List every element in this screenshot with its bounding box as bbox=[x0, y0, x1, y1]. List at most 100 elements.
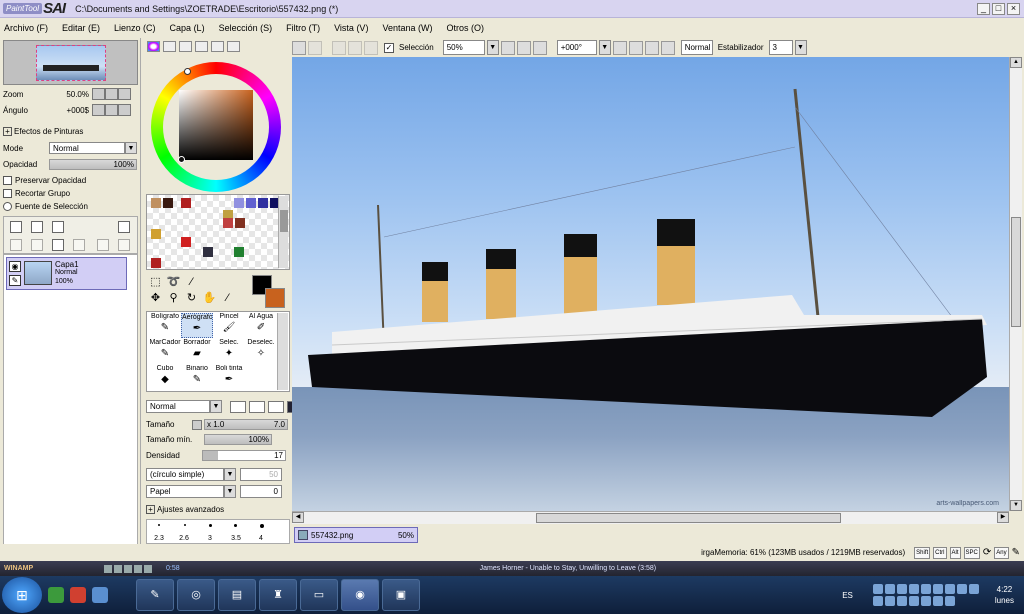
tray-icon[interactable] bbox=[956, 584, 967, 594]
menu-editar[interactable]: Editar (E) bbox=[62, 23, 100, 33]
sv-cursor[interactable] bbox=[178, 156, 185, 163]
swatch[interactable] bbox=[235, 218, 245, 228]
check-preserve-row[interactable]: Preservar Opacidad bbox=[3, 176, 86, 185]
check-clip-row[interactable]: Recortar Grupo bbox=[3, 189, 70, 198]
brush-deselect-brush[interactable]: Deselec. ✧ bbox=[245, 339, 277, 364]
swatch-tab-icon[interactable] bbox=[211, 41, 224, 52]
size-preset[interactable]: 4 bbox=[249, 535, 273, 542]
size-preset[interactable]: 3 bbox=[198, 535, 222, 542]
swatch-scrollbar[interactable] bbox=[278, 196, 288, 268]
clear-layer-icon[interactable] bbox=[52, 239, 64, 251]
winamp-next-icon[interactable] bbox=[144, 564, 152, 573]
taskbar-game-icon[interactable]: ♜ bbox=[259, 579, 297, 611]
taskbar-sai-icon[interactable]: ◉ bbox=[341, 579, 379, 611]
rotate-ccw-button[interactable] bbox=[92, 104, 105, 116]
undo-icon[interactable] bbox=[292, 40, 306, 55]
brush-binary-pen[interactable]: Binario ✎ bbox=[181, 365, 213, 390]
hand-icon[interactable]: ✋ bbox=[202, 292, 217, 305]
swatch[interactable] bbox=[246, 198, 256, 208]
quicklaunch-icon[interactable] bbox=[92, 587, 108, 603]
deselect-icon[interactable] bbox=[332, 40, 346, 55]
language-indicator[interactable]: ES bbox=[842, 591, 853, 600]
menu-ventana[interactable]: Ventana (W) bbox=[382, 23, 432, 33]
swatch[interactable] bbox=[234, 198, 244, 208]
stabilizer-dropdown-icon[interactable]: ▼ bbox=[794, 40, 807, 55]
brush-pen[interactable]: Bolígrafo ✎ bbox=[149, 313, 181, 338]
tip-medium-icon[interactable] bbox=[249, 400, 265, 413]
taskbar-document-icon[interactable]: ▤ bbox=[218, 579, 256, 611]
stabilizer-field[interactable]: 3 bbox=[768, 40, 793, 55]
winamp-play-icon[interactable] bbox=[114, 564, 122, 573]
minimize-button[interactable]: _ bbox=[977, 2, 990, 15]
tip-soft-icon[interactable] bbox=[268, 400, 284, 413]
size-preset[interactable]: 2.6 bbox=[172, 535, 196, 542]
texture-dropdown-icon[interactable]: ▼ bbox=[224, 485, 236, 498]
rect-select-icon[interactable]: ⬚ bbox=[148, 276, 163, 289]
menu-otros[interactable]: Otros (O) bbox=[446, 23, 484, 33]
rotate-cw-button[interactable] bbox=[105, 104, 118, 116]
winamp-pause-icon[interactable] bbox=[124, 564, 132, 573]
mode-dropdown-icon[interactable]: ▼ bbox=[125, 142, 137, 154]
menu-capa[interactable]: Capa (L) bbox=[170, 23, 205, 33]
brush-marker[interactable]: MarCador ✎ bbox=[149, 339, 181, 364]
scroll-left-icon[interactable]: ◀ bbox=[292, 512, 304, 523]
redo-icon[interactable] bbox=[308, 40, 322, 55]
swatch[interactable] bbox=[151, 229, 161, 239]
pen-icon[interactable]: ✎ bbox=[9, 275, 21, 286]
swatch[interactable] bbox=[223, 218, 233, 228]
rotate-reset-button[interactable] bbox=[118, 104, 131, 116]
tray-icon[interactable] bbox=[884, 596, 895, 606]
winamp-stop-icon[interactable] bbox=[134, 564, 142, 573]
preserve-opacity-checkbox[interactable] bbox=[3, 176, 12, 185]
swatch[interactable] bbox=[163, 198, 173, 208]
quicklaunch-icon[interactable] bbox=[48, 587, 64, 603]
menu-lienzo[interactable]: Lienzo (C) bbox=[114, 23, 156, 33]
swatch[interactable] bbox=[181, 198, 191, 208]
tray-icon[interactable] bbox=[908, 584, 919, 594]
zoom-fit-button[interactable] bbox=[118, 88, 131, 100]
new-folder-icon[interactable] bbox=[52, 221, 64, 233]
brush-brush[interactable]: Pincel 🖌 bbox=[213, 313, 245, 338]
min-size-slider[interactable]: 100% bbox=[204, 434, 272, 445]
merge-visible-icon[interactable] bbox=[118, 239, 130, 251]
zoom-out-icon[interactable] bbox=[500, 40, 515, 55]
tray-icon[interactable] bbox=[896, 596, 907, 606]
shape-select[interactable]: (círculo simple) bbox=[146, 468, 224, 481]
zoom-out-button[interactable] bbox=[92, 88, 105, 100]
winamp-prev-icon[interactable] bbox=[104, 564, 112, 573]
rotate-right-icon[interactable] bbox=[628, 40, 643, 55]
canvas[interactable]: arts-wallpapers.com bbox=[292, 57, 1009, 511]
rotate-reset-icon[interactable] bbox=[644, 40, 659, 55]
layer-mask-icon[interactable] bbox=[118, 221, 130, 233]
brush-watercolor[interactable]: Al Agua ✐ bbox=[245, 313, 277, 338]
effects-row[interactable]: + Efectos de Pinturas bbox=[3, 127, 83, 136]
zoom-icon[interactable]: ⚲ bbox=[166, 292, 181, 305]
swatch[interactable] bbox=[181, 237, 191, 247]
swatch[interactable] bbox=[258, 198, 268, 208]
rgb-slider-tab-icon[interactable] bbox=[163, 41, 176, 52]
brush-scrollbar[interactable] bbox=[277, 313, 288, 390]
eyedropper-icon[interactable]: ⁄ bbox=[220, 292, 235, 305]
scroll-down-icon[interactable]: ▼ bbox=[1010, 500, 1022, 511]
transfer-down-icon[interactable] bbox=[10, 239, 22, 251]
tray-icon[interactable] bbox=[944, 584, 955, 594]
size-slider[interactable]: x 1.0 7.0 bbox=[204, 419, 288, 430]
flip-icon[interactable] bbox=[660, 40, 675, 55]
move-icon[interactable]: ✥ bbox=[148, 292, 163, 305]
magic-wand-icon[interactable]: ⁄ bbox=[184, 276, 199, 289]
texture-value[interactable]: 0 bbox=[240, 485, 282, 498]
lasso-icon[interactable]: ➰ bbox=[166, 276, 181, 289]
rotation-dropdown-icon[interactable]: ▼ bbox=[598, 40, 611, 55]
clip-group-checkbox[interactable] bbox=[3, 189, 12, 198]
size-preset[interactable]: 2.3 bbox=[147, 535, 171, 542]
texture-select[interactable]: Papel bbox=[146, 485, 224, 498]
rotate-icon[interactable]: ↻ bbox=[184, 292, 199, 305]
swatch[interactable] bbox=[203, 247, 213, 257]
menu-vista[interactable]: Vista (V) bbox=[334, 23, 368, 33]
brush-select-brush[interactable]: Selec. ✦ bbox=[213, 339, 245, 364]
menu-filtro[interactable]: Filtro (T) bbox=[286, 23, 320, 33]
brush-bucket[interactable]: Cubo ◆ bbox=[149, 365, 181, 390]
selection-checkbox[interactable]: ✓ bbox=[384, 42, 394, 53]
menu-seleccion[interactable]: Selección (S) bbox=[219, 23, 273, 33]
swatch[interactable] bbox=[151, 198, 161, 208]
